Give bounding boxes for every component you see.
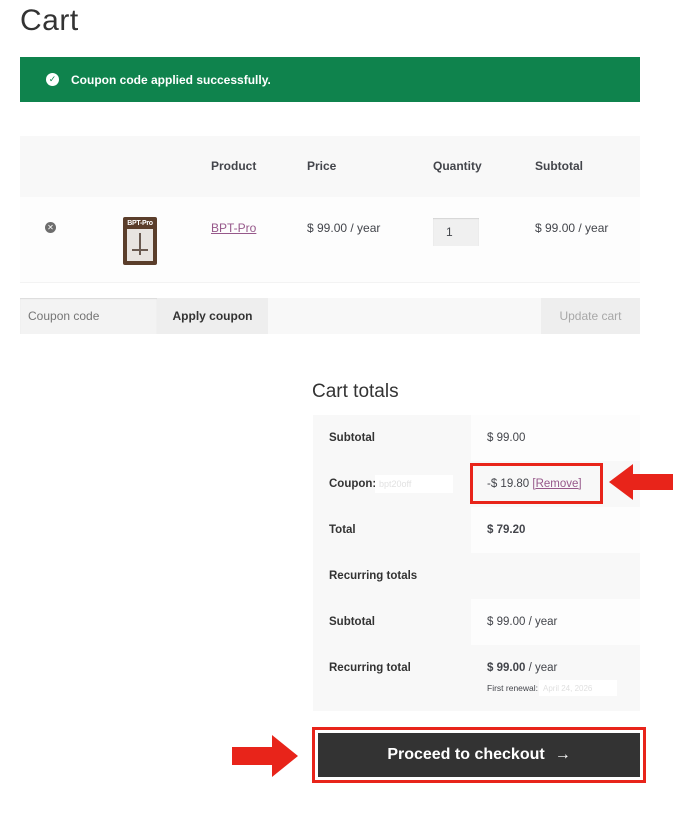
cart-totals-table: Subtotal $ 99.00 Coupon: bpt20off -$ 19.… [313,415,640,711]
product-link[interactable]: BPT-Pro [211,221,256,235]
recurring-total-period: / year [528,662,558,674]
check-circle-icon: ✓ [46,73,59,86]
coupon-code: bpt20off [379,479,412,489]
recurring-total-label: Recurring total [329,662,411,674]
cart-actions: Apply coupon Update cart [20,298,640,334]
totals-row-subtotal: Subtotal $ 99.00 [313,415,640,461]
apply-coupon-button[interactable]: Apply coupon [157,298,268,334]
total-amount: $ 79.20 [487,524,526,536]
totals-row-recurring-total: Recurring total $ 99.00 / year First ren… [313,645,640,711]
totals-row-recurring-heading: Recurring totals [313,553,640,599]
cart-table: Product Price Quantity Subtotal [20,136,640,283]
recurring-totals-heading: Recurring totals [329,570,418,582]
coupon-code-redacted: bpt20off [375,475,453,493]
coupon-code-input[interactable] [20,298,157,334]
success-notice: ✓ Coupon code applied successfully. [20,57,640,102]
table-row [20,197,640,283]
page-title: Cart [20,4,79,37]
header-product: Product [211,159,257,173]
cart-totals-title: Cart totals [312,381,399,402]
proceed-to-checkout-button[interactable]: Proceed to checkout → [318,733,640,777]
arrow-left-pointing-icon [609,464,673,500]
thumbnail-label: BPT-Pro [127,220,153,227]
product-thumbnail[interactable]: BPT-Pro [123,217,157,265]
coupon-label: Coupon: [329,478,377,490]
quantity-input[interactable] [433,218,479,246]
item-subtotal: $ 99.00 / year [535,221,609,235]
header-quantity: Quantity [433,159,482,173]
recurring-total-value: $ 99.00 / year [487,662,557,674]
update-cart-button[interactable]: Update cart [541,298,640,334]
first-renewal-date: April 24, 2026 [543,684,593,693]
remove-item-icon[interactable]: ✕ [45,222,56,233]
checkout-label: Proceed to checkout [387,746,545,763]
notice-message: Coupon code applied successfully. [71,72,271,87]
totals-row-recurring-subtotal: Subtotal $ 99.00 / year [313,599,640,645]
recurring-subtotal-label: Subtotal [329,616,375,628]
arrow-right-icon: → [554,746,571,763]
recurring-total-amount: $ 99.00 [487,662,526,674]
header-price: Price [307,159,337,173]
product-image [127,229,153,261]
total-value: $ 79.20 [487,524,525,536]
first-renewal-redacted: April 24, 2026 [539,680,617,696]
header-subtotal: Subtotal [535,159,583,173]
arrow-right-pointing-icon [232,735,298,777]
first-renewal-label: First renewal: [487,683,539,693]
subtotal-value: $ 99.00 [487,432,526,444]
subtotal-label: Subtotal [329,432,375,444]
total-label: Total [329,524,356,536]
coupon-highlight-box [470,463,603,504]
table-header: Product Price Quantity Subtotal [20,136,640,197]
totals-row-total: Total $ 79.20 [313,507,640,553]
item-price: $ 99.00 / year [307,221,381,235]
recurring-subtotal-value: $ 99.00 / year [487,616,558,628]
